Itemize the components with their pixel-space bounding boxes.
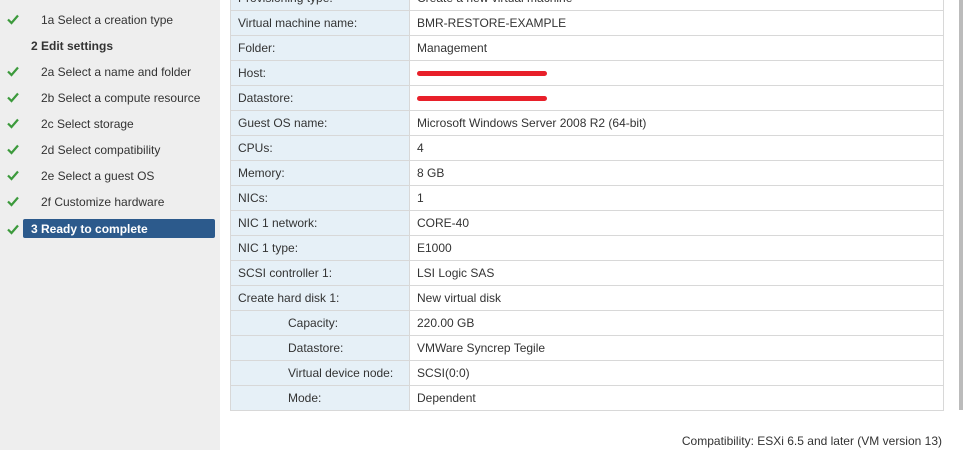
- property-value: BMR-RESTORE-EXAMPLE: [409, 10, 944, 36]
- property-name: Capacity:: [230, 310, 410, 336]
- checkmark-icon: [7, 224, 19, 235]
- table-row: Datastore: VMWare Syncrep Tegile: [230, 335, 944, 361]
- checkmark-icon: [7, 118, 19, 129]
- wizard-step-9[interactable]: 3 Ready to complete: [0, 219, 220, 241]
- property-value: Dependent: [409, 385, 944, 411]
- summary-table: Provisioning type:Create a new virtual m…: [230, 0, 944, 411]
- summary-panel: Provisioning type:Create a new virtual m…: [220, 0, 963, 450]
- table-row: Mode: Dependent: [230, 385, 944, 411]
- property-name: SCSI controller 1:: [230, 260, 410, 286]
- checkmark-icon: [7, 92, 19, 103]
- property-name: Create hard disk 1:: [230, 285, 410, 311]
- property-value: [409, 85, 944, 111]
- wizard-step-label: 2c Select storage: [41, 117, 134, 131]
- wizard-step-label: 2 Edit settings: [31, 39, 114, 53]
- checkmark-icon: [7, 66, 19, 77]
- property-value: 220.00 GB: [409, 310, 944, 336]
- property-name: Memory:: [230, 160, 410, 186]
- table-row: NICs: 1: [230, 185, 944, 211]
- wizard-step-label: 3 Ready to complete: [31, 222, 148, 236]
- property-value: SCSI(0:0): [409, 360, 944, 386]
- wizard-step-6[interactable]: 2d Select compatibility: [0, 139, 220, 161]
- property-name: Datastore:: [230, 335, 410, 361]
- property-value: 4: [409, 135, 944, 161]
- table-row: Host:: [230, 60, 944, 86]
- property-value: Management: [409, 35, 944, 61]
- table-row: Provisioning type:Create a new virtual m…: [230, 0, 944, 11]
- property-value: VMWare Syncrep Tegile: [409, 335, 944, 361]
- checkmark-icon: [7, 170, 19, 181]
- wizard-step-7[interactable]: 2e Select a guest OS: [0, 165, 220, 187]
- property-name: Virtual machine name:: [230, 10, 410, 36]
- checkmark-icon: [7, 144, 19, 155]
- table-row: NIC 1 type: E1000: [230, 235, 944, 261]
- table-row: NIC 1 network: CORE-40: [230, 210, 944, 236]
- table-row: CPUs: 4: [230, 135, 944, 161]
- wizard-step-3[interactable]: 2a Select a name and folder: [0, 61, 220, 83]
- compatibility-label: Compatibility: ESXi 6.5 and later (VM ve…: [681, 434, 942, 448]
- wizard-step-label: 2b Select a compute resource: [41, 91, 201, 105]
- property-name: Datastore:: [230, 85, 410, 111]
- wizard-step-8[interactable]: 2f Customize hardware: [0, 191, 220, 213]
- table-row: Virtual device node: SCSI(0:0): [230, 360, 944, 386]
- wizard-step-label: 2f Customize hardware: [41, 195, 165, 209]
- table-row: SCSI controller 1: LSI Logic SAS: [230, 260, 944, 286]
- property-name: Host:: [230, 60, 410, 86]
- wizard-step-label: 2a Select a name and folder: [41, 65, 192, 79]
- wizard-step-2[interactable]: 2 Edit settings: [0, 35, 220, 57]
- property-value: 8 GB: [409, 160, 944, 186]
- scrollbar[interactable]: [959, 0, 963, 410]
- property-value: New virtual disk: [409, 285, 944, 311]
- property-value: E1000: [409, 235, 944, 261]
- checkmark-icon: [7, 196, 19, 207]
- redaction-mark: [417, 71, 547, 77]
- property-name: NIC 1 network:: [230, 210, 410, 236]
- property-value: [409, 60, 944, 86]
- property-name: Mode:: [230, 385, 410, 411]
- checkmark-icon: [7, 14, 19, 25]
- property-name: Provisioning type:: [230, 0, 410, 11]
- property-value: Create a new virtual machine: [409, 0, 944, 11]
- property-name: Folder:: [230, 35, 410, 61]
- table-row: Memory: 8 GB: [230, 160, 944, 186]
- wizard-step-1[interactable]: 1a Select a creation type: [0, 9, 220, 31]
- property-name: Guest OS name:: [230, 110, 410, 136]
- wizard-sidebar: 1a Select a creation type 2 Edit settings…: [0, 0, 220, 450]
- property-value: Microsoft Windows Server 2008 R2 (64-bit…: [409, 110, 944, 136]
- property-name: CPUs:: [230, 135, 410, 161]
- wizard-step-label: 2d Select compatibility: [41, 143, 161, 157]
- table-row: Folder: Management: [230, 35, 944, 61]
- property-name: Virtual device node:: [230, 360, 410, 386]
- wizard-step-5[interactable]: 2c Select storage: [0, 113, 220, 135]
- table-row: Datastore:: [230, 85, 944, 111]
- property-value: LSI Logic SAS: [409, 260, 944, 286]
- table-row: Virtual machine name: BMR-RESTORE-EXAMPLE: [230, 10, 944, 36]
- wizard-step-4[interactable]: 2b Select a compute resource: [0, 87, 220, 109]
- table-row: Guest OS name: Microsoft Windows Server 2…: [230, 110, 944, 136]
- property-name: NIC 1 type:: [230, 235, 410, 261]
- property-name: NICs:: [230, 185, 410, 211]
- wizard-step-label: 2e Select a guest OS: [41, 169, 155, 183]
- property-value: CORE-40: [409, 210, 944, 236]
- redaction-mark: [417, 96, 547, 102]
- property-value: 1: [409, 185, 944, 211]
- table-row: Capacity: 220.00 GB: [230, 310, 944, 336]
- table-row: Create hard disk 1: New virtual disk: [230, 285, 944, 311]
- wizard-step-label: 1a Select a creation type: [41, 13, 174, 27]
